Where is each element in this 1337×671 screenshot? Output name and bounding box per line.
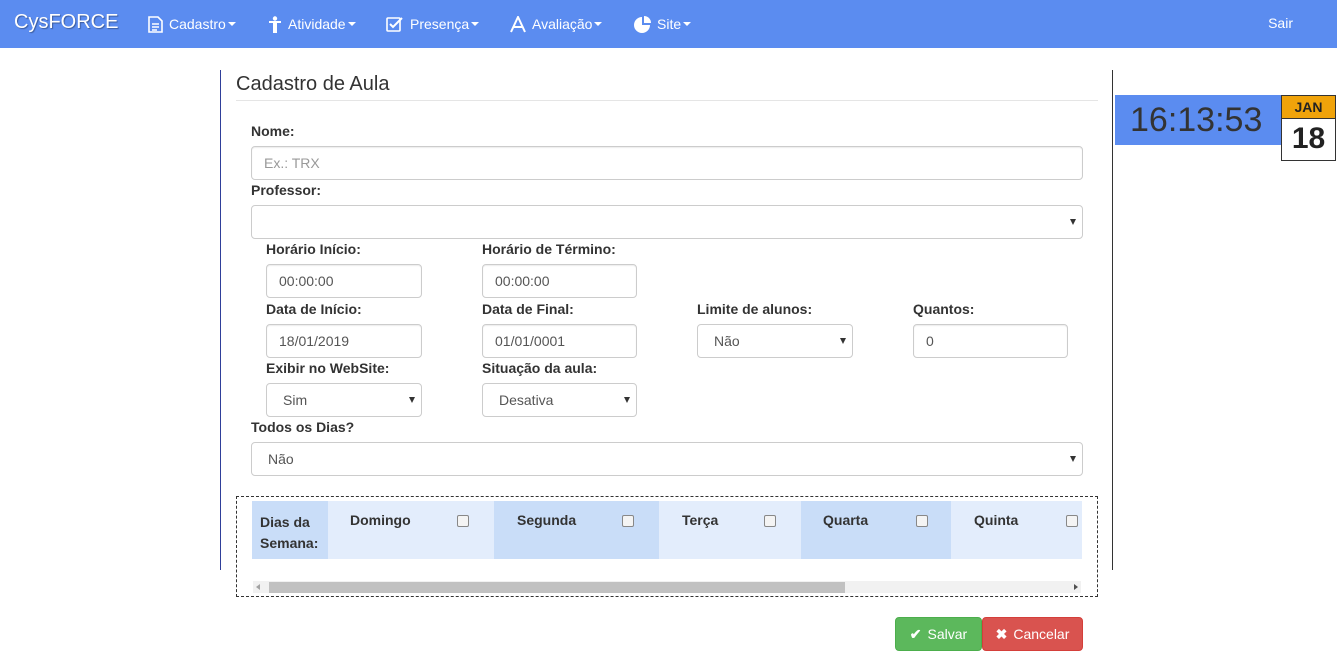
scroll-left-icon[interactable]: [256, 584, 260, 590]
nav-site[interactable]: Site: [634, 0, 692, 48]
quarta-checkbox[interactable]: [916, 515, 928, 527]
horario-termino-input[interactable]: 00:00:00: [482, 264, 637, 298]
data-inicio-label: Data de Início:: [266, 301, 362, 317]
todos-dias-value: Não: [268, 451, 294, 467]
chevron-down-icon: [683, 22, 692, 26]
day-label-terca: Terça: [682, 512, 719, 528]
day-cell-segunda: Segunda: [494, 501, 659, 559]
dropdown-arrow-icon: [840, 338, 846, 344]
save-button-label: Salvar: [927, 626, 968, 642]
nome-label: Nome:: [251, 123, 295, 139]
title-divider: [236, 100, 1098, 101]
day-label-quinta: Quinta: [974, 512, 1019, 528]
panel-left-border: [220, 70, 221, 570]
nav-cadastro[interactable]: Cadastro: [148, 0, 236, 48]
domingo-checkbox[interactable]: [457, 515, 469, 527]
scrollbar-thumb[interactable]: [269, 582, 845, 593]
chevron-down-icon: [594, 22, 603, 26]
clock-time: 16:13:53: [1115, 95, 1281, 145]
nav-avaliacao-label: Avaliação: [532, 16, 593, 32]
horario-inicio-input[interactable]: 00:00:00: [266, 264, 422, 298]
calendar-month: JAN: [1282, 96, 1335, 119]
days-of-week-table: Dias da Semana: Domingo Segunda Terça Qu…: [236, 496, 1098, 597]
nav-atividade-label: Atividade: [288, 16, 346, 32]
nav-presenca[interactable]: Presença: [386, 0, 480, 48]
scroll-right-icon[interactable]: [1074, 584, 1078, 590]
data-inicio-input[interactable]: 18/01/2019: [266, 324, 422, 358]
nome-input[interactable]: [251, 146, 1083, 180]
day-cell-quinta: Quinta: [951, 501, 1082, 559]
situacao-aula-select[interactable]: Desativa: [482, 383, 637, 417]
day-label-segunda: Segunda: [517, 512, 577, 528]
situacao-aula-value: Desativa: [499, 392, 554, 408]
situacao-aula-label: Situação da aula:: [482, 360, 598, 376]
person-icon: [269, 15, 281, 33]
dropdown-arrow-icon: [624, 397, 630, 403]
chevron-down-icon: [347, 22, 356, 26]
dropdown-arrow-icon: [1070, 456, 1076, 462]
nav-presenca-label: Presença: [410, 16, 470, 32]
font-icon: [510, 15, 526, 32]
logout-link[interactable]: Sair: [1268, 15, 1293, 31]
top-navbar: CysFORCE Cadastro Atividade Presença Ava…: [0, 0, 1337, 48]
chevron-down-icon: [471, 22, 480, 26]
save-button[interactable]: ✔ Salvar: [895, 617, 982, 651]
quinta-checkbox[interactable]: [1066, 515, 1078, 527]
day-label-quarta: Quarta: [823, 512, 869, 528]
days-header-cell: Dias da Semana:: [252, 501, 328, 559]
data-final-input[interactable]: 01/01/0001: [482, 324, 637, 358]
checkbox-icon: [386, 17, 403, 32]
limite-alunos-value: Não: [714, 333, 740, 349]
horizontal-scrollbar[interactable]: [253, 581, 1081, 593]
horario-inicio-label: Horário Início:: [266, 241, 361, 257]
day-label-domingo: Domingo: [350, 512, 411, 528]
brand-logo[interactable]: CysFORCE: [14, 11, 118, 34]
exibir-website-value: Sim: [283, 392, 308, 408]
todos-dias-select[interactable]: Não: [251, 442, 1083, 476]
pie-chart-icon: [634, 15, 651, 33]
nav-cadastro-label: Cadastro: [169, 16, 226, 32]
cancel-button-label: Cancelar: [1013, 626, 1070, 642]
quantos-input[interactable]: 0: [913, 324, 1068, 358]
dropdown-arrow-icon: [409, 397, 415, 403]
day-cell-quarta: Quarta: [801, 501, 951, 559]
check-icon: ✔: [909, 625, 922, 642]
day-cell-domingo: Domingo: [328, 501, 494, 559]
terca-checkbox[interactable]: [764, 515, 776, 527]
limite-alunos-select[interactable]: Não: [697, 324, 853, 358]
exibir-website-select[interactable]: Sim: [266, 383, 422, 417]
nav-avaliacao[interactable]: Avaliação: [510, 0, 603, 48]
page-title: Cadastro de Aula: [236, 73, 390, 95]
calendar-widget: JAN 18: [1281, 95, 1336, 161]
days-header-line2: Semana:: [260, 535, 319, 551]
nav-atividade[interactable]: Atividade: [268, 0, 356, 48]
dropdown-arrow-icon: [1070, 219, 1076, 225]
calendar-day: 18: [1291, 122, 1326, 155]
professor-label: Professor:: [251, 182, 322, 198]
quantos-label: Quantos:: [913, 301, 975, 317]
todos-dias-label: Todos os Dias?: [251, 419, 355, 435]
panel-right-border: [1112, 70, 1113, 570]
nav-site-label: Site: [657, 16, 682, 32]
segunda-checkbox[interactable]: [622, 515, 634, 527]
day-cell-terca: Terça: [659, 501, 801, 559]
chevron-down-icon: [227, 22, 236, 26]
document-icon: [148, 15, 163, 33]
horario-termino-label: Horário de Término:: [482, 241, 616, 257]
cancel-button[interactable]: ✖ Cancelar: [982, 617, 1083, 651]
exibir-website-label: Exibir no WebSite:: [266, 360, 390, 376]
limite-alunos-label: Limite de alunos:: [697, 301, 813, 317]
days-header-line1: Dias da: [260, 514, 310, 530]
close-icon: ✖: [995, 625, 1008, 642]
data-final-label: Data de Final:: [482, 301, 574, 317]
professor-select[interactable]: [251, 205, 1083, 239]
